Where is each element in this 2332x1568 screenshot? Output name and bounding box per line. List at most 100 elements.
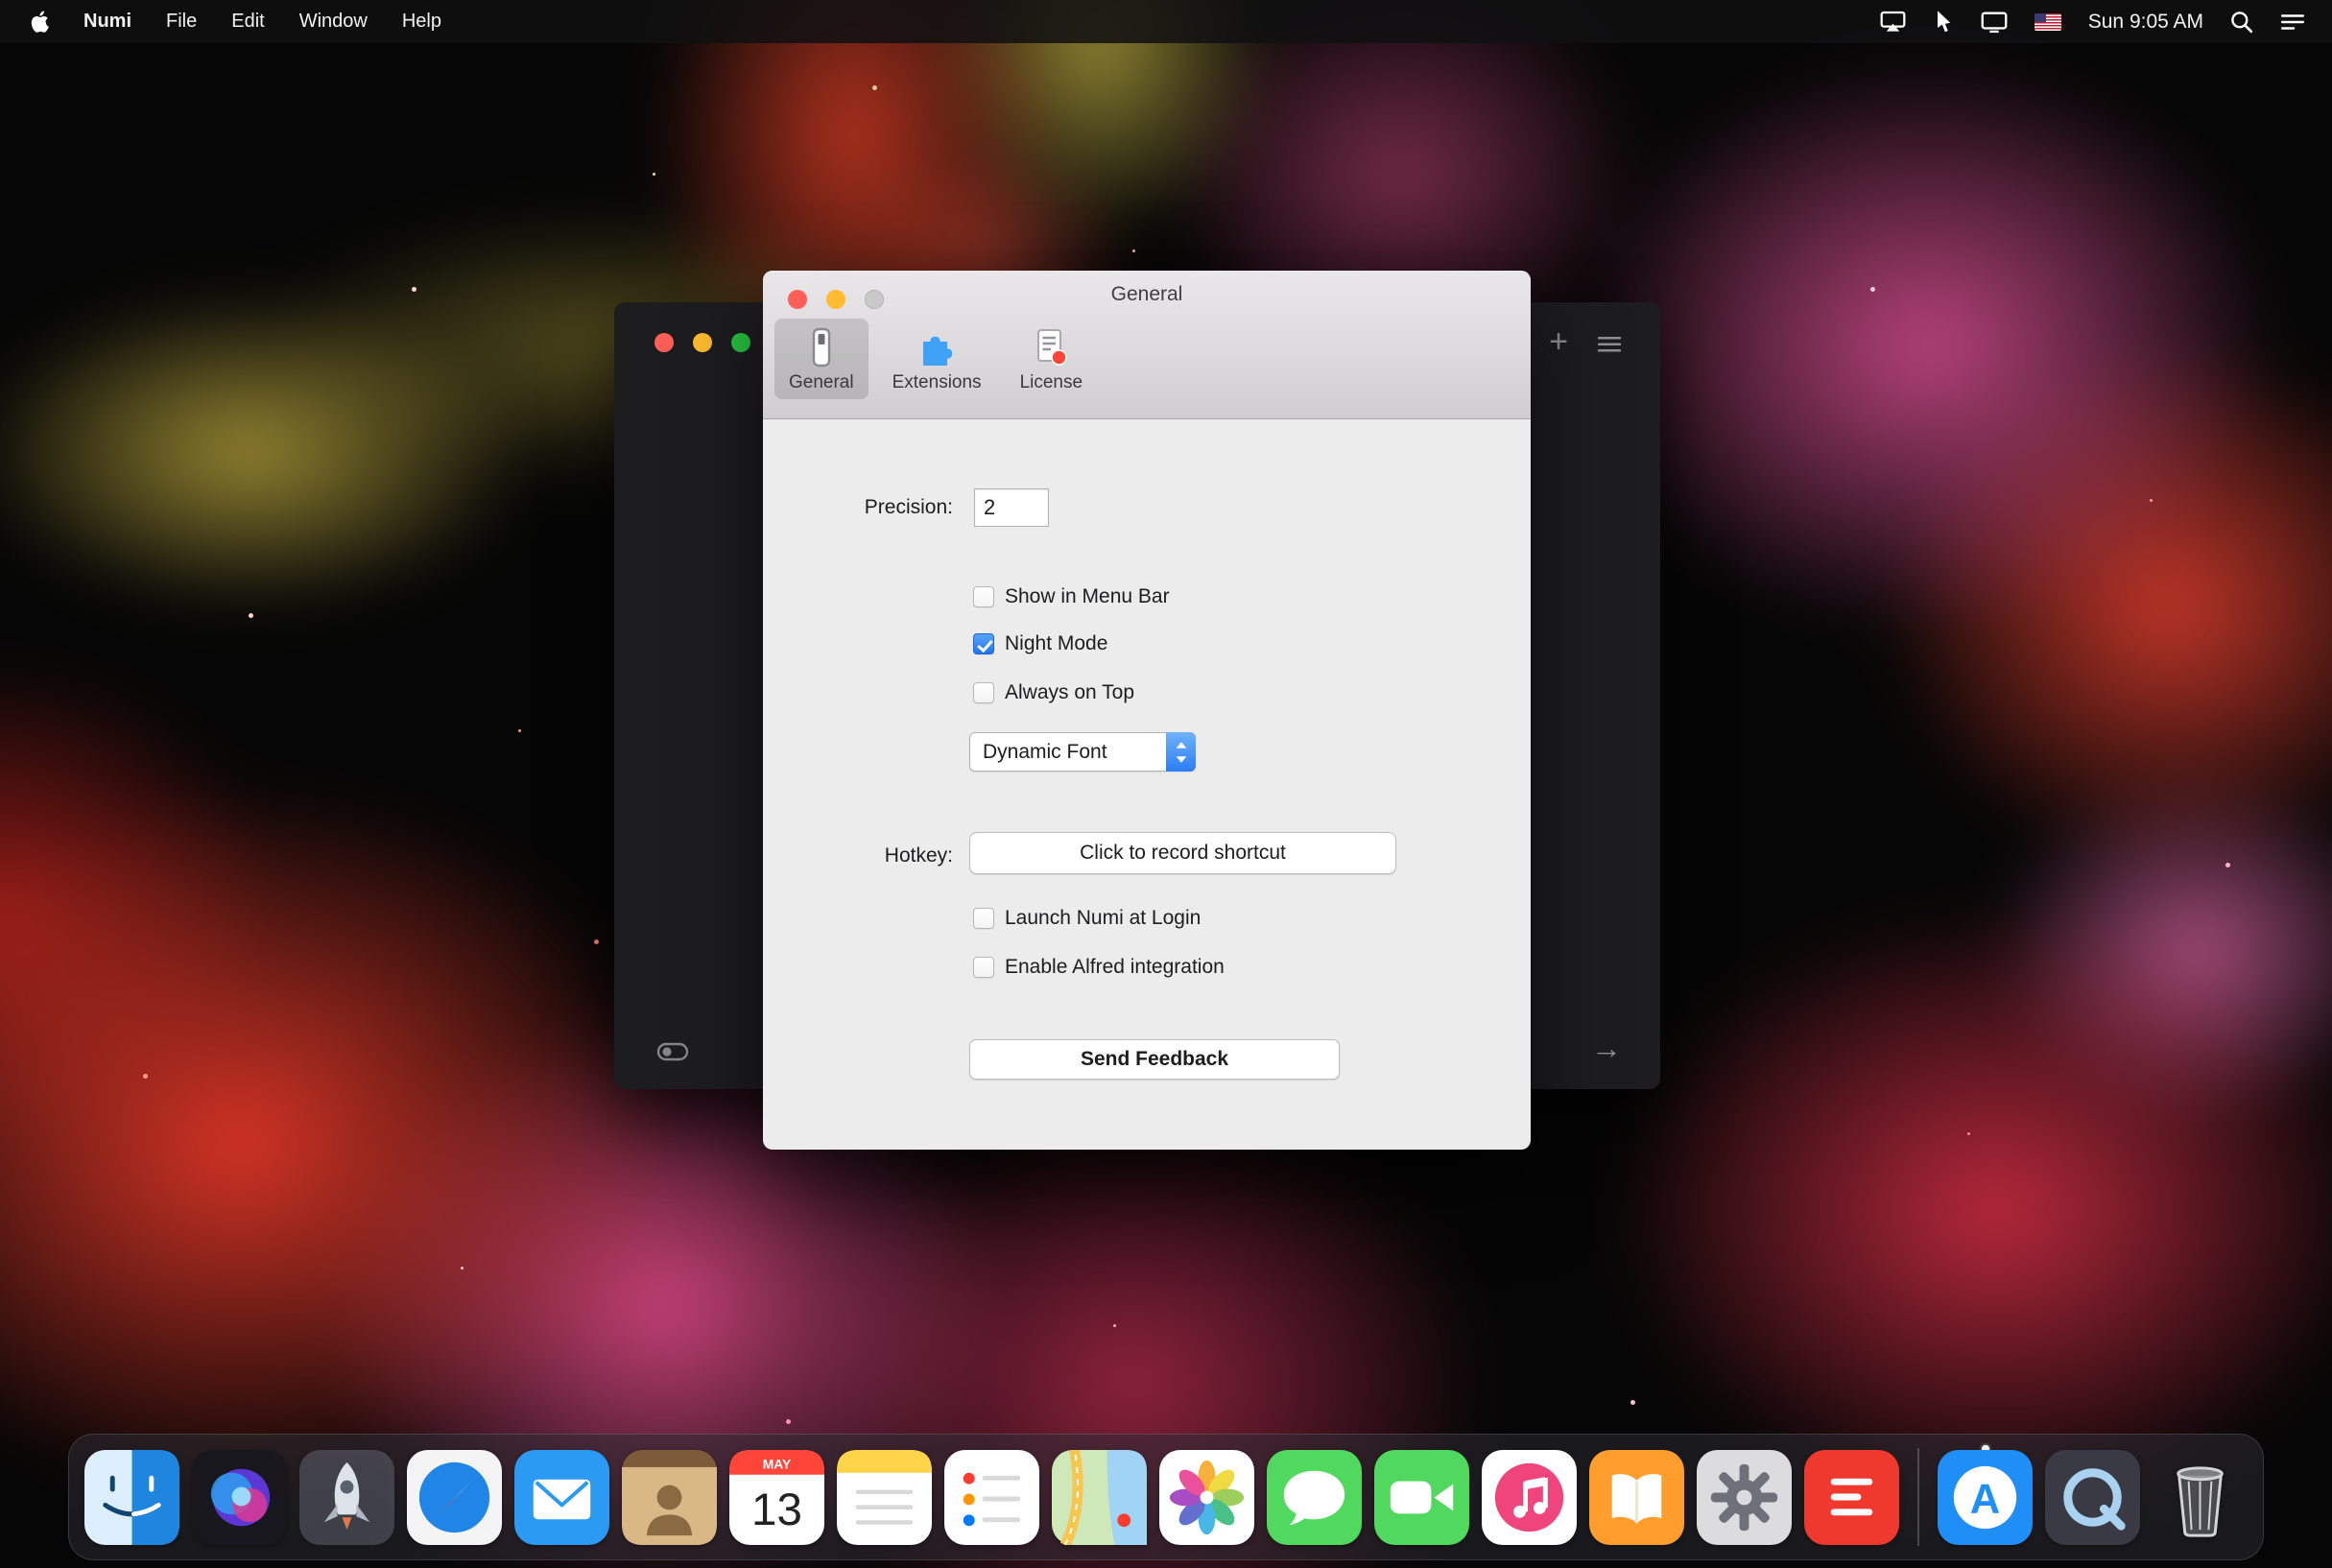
launchpad-rocket-icon xyxy=(299,1450,394,1545)
system-preferences-gear-icon xyxy=(1697,1450,1792,1545)
checkbox-label: Night Mode xyxy=(1005,632,1107,655)
launch-at-login-checkbox[interactable] xyxy=(973,908,994,929)
dock-item-trash[interactable] xyxy=(2153,1450,2248,1545)
preferences-header: General General Extensions xyxy=(763,271,1531,419)
dock-item-ibooks[interactable] xyxy=(1589,1450,1684,1545)
up-down-chevrons-icon xyxy=(1174,739,1189,766)
trash-icon xyxy=(2153,1450,2248,1545)
dock-item-calendar[interactable]: MAY 13 xyxy=(729,1450,824,1545)
contacts-icon xyxy=(622,1450,717,1545)
tab-extensions[interactable]: Extensions xyxy=(878,319,996,399)
night-mode-checkbox[interactable] xyxy=(973,633,994,654)
dock-item-messages[interactable] xyxy=(1267,1450,1362,1545)
tab-general[interactable]: General xyxy=(774,319,869,399)
preferences-toolbar: General Extensions License xyxy=(774,319,1097,399)
new-tab-plus-icon[interactable]: + xyxy=(1549,323,1568,361)
menu-bar-left: Numi File Edit Window Help xyxy=(13,0,459,43)
always-on-top-checkbox[interactable] xyxy=(973,682,994,703)
ibooks-icon xyxy=(1589,1450,1684,1545)
apple-menu[interactable] xyxy=(13,0,66,43)
reminders-icon xyxy=(944,1450,1039,1545)
quicktime-icon xyxy=(2045,1450,2140,1545)
dock-item-siri[interactable] xyxy=(192,1450,287,1545)
close-button[interactable] xyxy=(654,333,674,352)
preferences-content: Precision: Show in Menu Bar Night Mode A… xyxy=(763,420,1531,1150)
checkbox-label: Launch Numi at Login xyxy=(1005,907,1201,930)
dock-item-safari[interactable] xyxy=(407,1450,502,1545)
calendar-day-text: 13 xyxy=(751,1485,802,1535)
menu-file[interactable]: File xyxy=(149,0,214,43)
safari-icon xyxy=(407,1450,502,1545)
panel-toggle-icon[interactable] xyxy=(656,1041,689,1062)
show-in-menu-bar-checkbox[interactable] xyxy=(973,586,994,607)
dock-item-notes[interactable] xyxy=(837,1450,932,1545)
checkbox-label: Show in Menu Bar xyxy=(1005,585,1170,608)
minimize-button[interactable] xyxy=(693,333,712,352)
dock: MAY 13 xyxy=(68,1434,2264,1560)
menu-window[interactable]: Window xyxy=(282,0,385,43)
photos-icon xyxy=(1159,1450,1254,1545)
airplay-icon[interactable] xyxy=(1880,11,1906,33)
notification-center-icon[interactable] xyxy=(2280,12,2305,33)
record-shortcut-button[interactable]: Click to record shortcut xyxy=(969,832,1396,874)
numi-icon xyxy=(1804,1450,1899,1545)
dock-item-itunes[interactable] xyxy=(1482,1450,1577,1545)
tab-label: License xyxy=(1020,372,1083,393)
dock-item-finder[interactable] xyxy=(84,1450,179,1545)
notes-icon xyxy=(837,1450,932,1545)
menu-bar-clock[interactable]: Sun 9:05 AM xyxy=(2088,11,2203,34)
dock-item-contacts[interactable] xyxy=(622,1450,717,1545)
spotlight-search-icon[interactable] xyxy=(2230,11,2253,34)
display-icon[interactable] xyxy=(1981,11,2008,34)
dock-item-reminders[interactable] xyxy=(944,1450,1039,1545)
checkbox-row-night-mode[interactable]: Night Mode xyxy=(973,628,1107,660)
pointer-icon[interactable] xyxy=(1933,10,1954,34)
checkbox-row-always-on-top[interactable]: Always on Top xyxy=(973,677,1134,709)
menu-help[interactable]: Help xyxy=(385,0,459,43)
finder-icon xyxy=(84,1450,179,1545)
hamburger-menu-icon[interactable] xyxy=(1597,335,1622,354)
general-switch-icon xyxy=(800,326,843,368)
preferences-window: General General Extensions xyxy=(763,271,1531,1150)
dock-item-launchpad[interactable] xyxy=(299,1450,394,1545)
license-document-icon xyxy=(1030,326,1072,368)
us-flag-input-source-icon[interactable] xyxy=(2035,13,2061,31)
zoom-button[interactable] xyxy=(731,333,750,352)
maps-icon xyxy=(1052,1450,1147,1545)
popup-stepper xyxy=(1166,732,1196,772)
dock-item-photos[interactable] xyxy=(1159,1450,1254,1545)
precision-label: Precision: xyxy=(763,491,953,524)
hotkey-label: Hotkey: xyxy=(763,840,953,872)
menu-app-name[interactable]: Numi xyxy=(66,0,149,43)
siri-icon xyxy=(192,1450,287,1545)
extensions-puzzle-icon xyxy=(916,326,958,368)
checkbox-label: Always on Top xyxy=(1005,681,1134,704)
dock-item-facetime[interactable] xyxy=(1374,1450,1469,1545)
calendar-icon: MAY 13 xyxy=(729,1450,824,1545)
numi-traffic-lights xyxy=(654,333,750,352)
dock-item-mail[interactable] xyxy=(514,1450,609,1545)
font-popup-select[interactable]: Dynamic Font xyxy=(969,732,1196,772)
apple-icon xyxy=(31,11,49,33)
app-store-icon: A xyxy=(1938,1450,2033,1545)
menu-bar: Numi File Edit Window Help Sun 9:05 AM xyxy=(0,0,2332,43)
dock-item-maps[interactable] xyxy=(1052,1450,1147,1545)
send-feedback-button[interactable]: Send Feedback xyxy=(969,1039,1340,1080)
calendar-month-text: MAY xyxy=(763,1456,792,1471)
dock-item-app-store[interactable]: A xyxy=(1938,1450,2033,1545)
dock-item-system-preferences[interactable] xyxy=(1697,1450,1792,1545)
checkbox-row-alfred-integration[interactable]: Enable Alfred integration xyxy=(973,951,1225,984)
menu-bar-status-area: Sun 9:05 AM xyxy=(1880,0,2319,43)
messages-icon xyxy=(1267,1450,1362,1545)
font-popup-value: Dynamic Font xyxy=(970,741,1166,764)
result-arrow-icon[interactable]: → xyxy=(1591,1031,1622,1066)
checkbox-row-show-in-menu-bar[interactable]: Show in Menu Bar xyxy=(973,581,1170,613)
alfred-integration-checkbox[interactable] xyxy=(973,957,994,978)
dock-item-numi[interactable] xyxy=(1804,1450,1899,1545)
dock-item-quicktime[interactable] xyxy=(2045,1450,2140,1545)
checkbox-row-launch-at-login[interactable]: Launch Numi at Login xyxy=(973,902,1201,935)
precision-input[interactable] xyxy=(974,488,1049,527)
tab-license[interactable]: License xyxy=(1006,319,1098,399)
menu-edit[interactable]: Edit xyxy=(214,0,281,43)
facetime-icon xyxy=(1374,1450,1469,1545)
